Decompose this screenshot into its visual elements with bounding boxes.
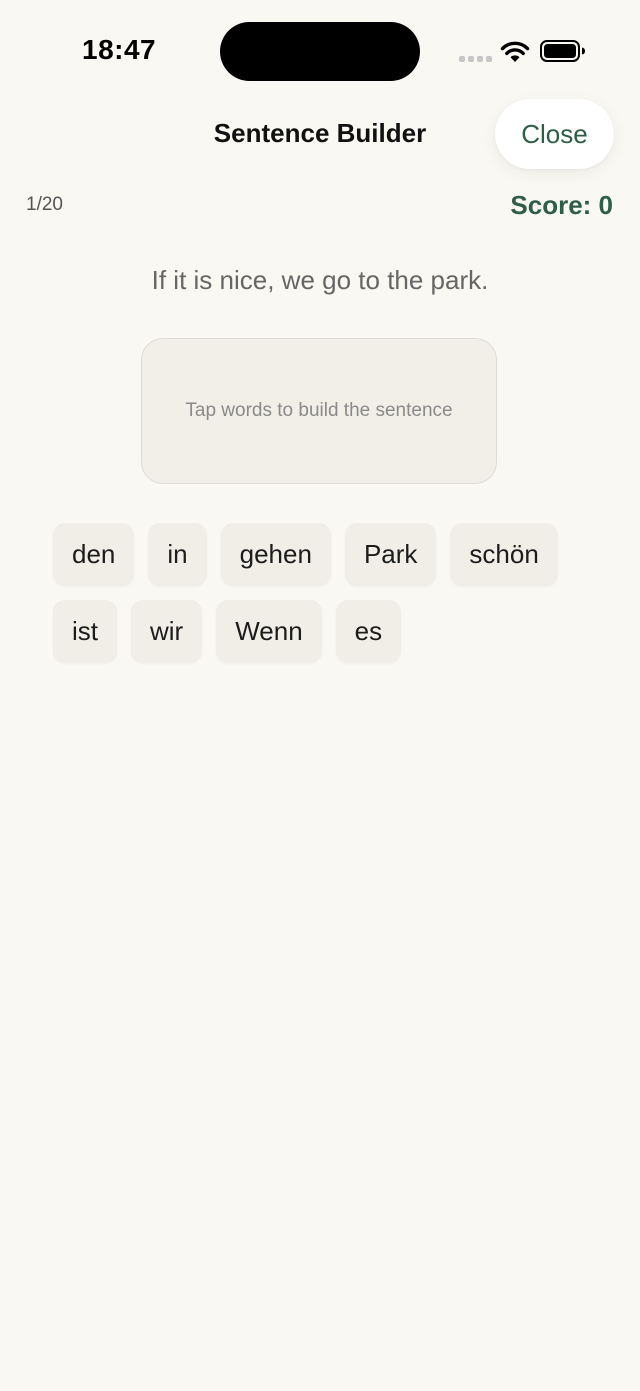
word-chip-wir[interactable]: wir — [131, 600, 203, 663]
progress-counter: 1/20 — [26, 194, 63, 215]
translation-prompt: If it is nice, we go to the park. — [151, 265, 489, 295]
word-chip-park[interactable]: Park — [344, 523, 437, 586]
word-row: ist wir Wenn es — [53, 600, 593, 663]
word-chip-den[interactable]: den — [53, 523, 135, 586]
word-row: den in gehen Park schön — [53, 523, 593, 586]
score-label: Score: 0 — [510, 190, 613, 220]
dynamic-island — [220, 22, 420, 81]
wifi-icon — [500, 41, 530, 62]
cellular-signal-icon — [459, 56, 492, 62]
word-chip-ist[interactable]: ist — [53, 600, 117, 663]
word-chip-in[interactable]: in — [148, 523, 207, 586]
close-button[interactable]: Close — [495, 99, 614, 169]
word-chip-wenn[interactable]: Wenn — [216, 600, 322, 663]
battery-icon — [540, 40, 585, 62]
word-chip-gehen[interactable]: gehen — [220, 523, 331, 586]
word-chip-schoen[interactable]: schön — [450, 523, 558, 586]
status-bar: 18:47 — [0, 0, 640, 100]
word-bank: den in gehen Park schön ist wir Wenn es — [53, 523, 593, 677]
word-chip-es[interactable]: es — [335, 600, 402, 663]
answer-placeholder: Tap words to build the sentence — [185, 400, 453, 421]
status-time: 18:47 — [82, 34, 157, 65]
answer-drop-area[interactable]: Tap words to build the sentence — [141, 338, 497, 484]
